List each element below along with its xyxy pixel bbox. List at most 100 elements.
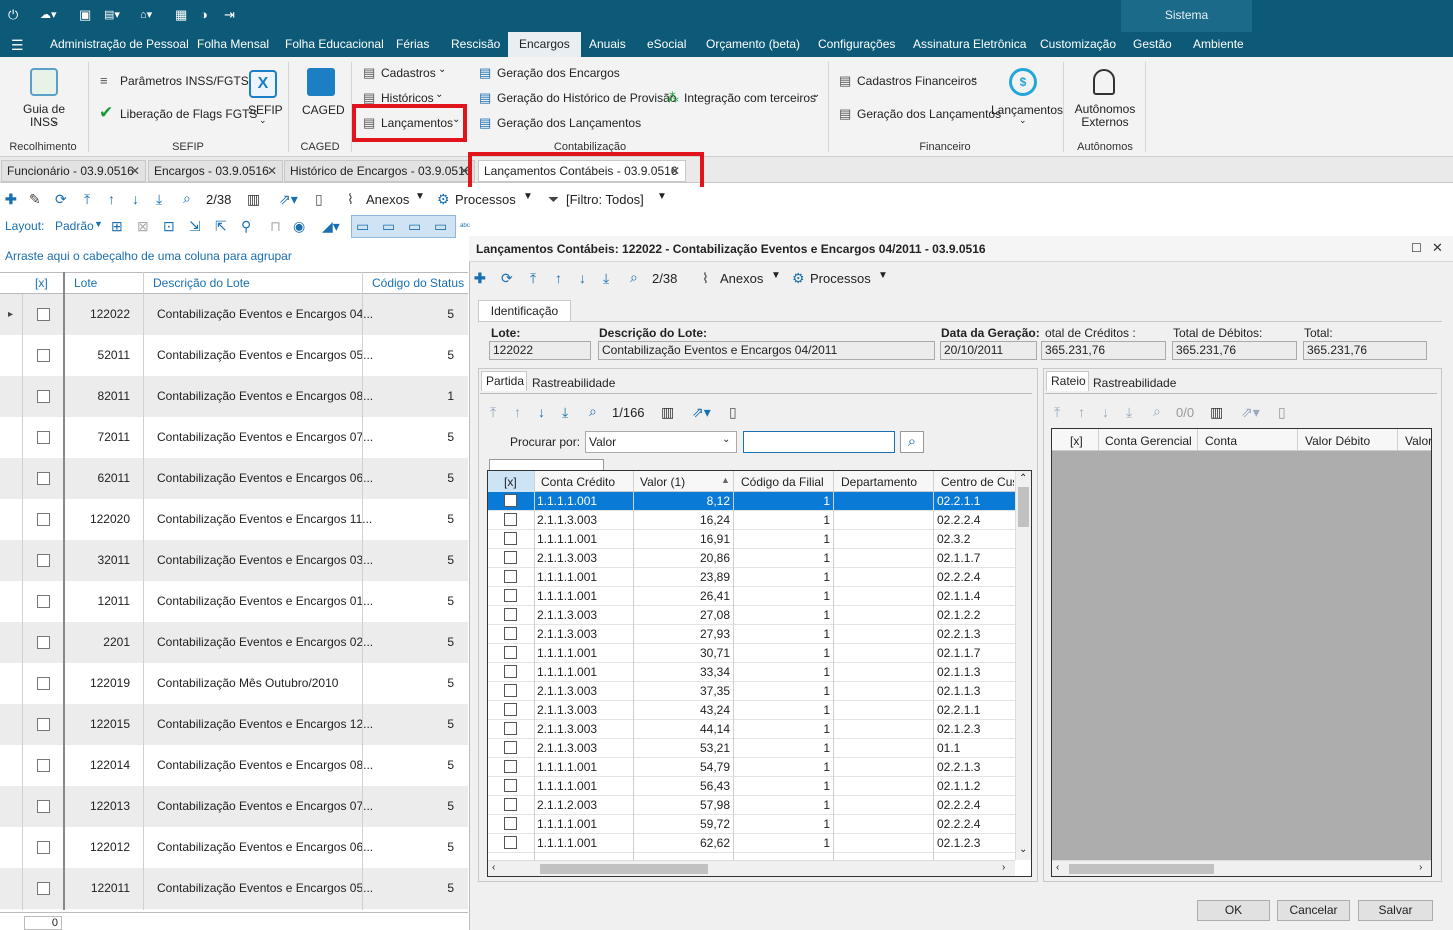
menu-rescisao[interactable]: Rescisão — [451, 32, 500, 57]
scroll-left-icon[interactable]: ‹ — [1056, 862, 1059, 873]
filter-icon[interactable]: ⏷ — [548, 191, 559, 207]
table-row[interactable]: 1.1.1.1.001 30,71 1 02.1.1.7 — [488, 644, 1015, 663]
scrollbar-thumb[interactable] — [1018, 487, 1029, 527]
first-record-icon[interactable]: ⤒ — [490, 404, 496, 420]
table-row[interactable]: 2.1.1.3.003 16,24 1 02.2.2.4 — [488, 511, 1015, 530]
procurar-select[interactable]: Valor — [585, 431, 737, 453]
scrollbar-thumb[interactable] — [1069, 864, 1214, 874]
last-record-icon[interactable]: ⤓ — [156, 191, 162, 207]
row-checkbox[interactable] — [37, 513, 50, 526]
geracao-encargos-button[interactable]: Geração dos Encargos — [497, 66, 620, 80]
tab-rastreabilidade[interactable]: Rastreabilidade — [532, 376, 615, 390]
lancamentos-fin-chevron-icon[interactable]: ⌄ — [1019, 115, 1027, 126]
row-checkbox[interactable] — [504, 627, 517, 640]
add-icon[interactable]: ✚ — [5, 191, 17, 207]
row-checkbox[interactable] — [504, 798, 517, 811]
refresh-icon[interactable]: ⟳ — [55, 191, 67, 207]
row-checkbox[interactable] — [504, 836, 517, 849]
table-row[interactable]: 2.1.1.3.003 27,08 1 02.1.2.2 — [488, 606, 1015, 625]
anexos-dropdown-icon[interactable]: ▼ — [771, 270, 781, 281]
home-icon[interactable]: ⌂▾ — [140, 7, 152, 23]
layout-add-icon[interactable]: ⊞ — [111, 218, 123, 234]
historicos-chevron-icon[interactable]: ⌄ — [435, 89, 443, 100]
data-geracao-field[interactable]: 20/10/2011 — [940, 341, 1037, 360]
row-checkbox[interactable] — [504, 513, 517, 526]
row-checkbox[interactable] — [504, 722, 517, 735]
processos-dropdown-icon[interactable]: ▼ — [523, 191, 533, 202]
chevron-down-icon[interactable]: ⌄ — [722, 434, 730, 445]
row-checkbox[interactable] — [37, 595, 50, 608]
integracao-chevron-icon[interactable]: ⌄ — [812, 89, 820, 100]
dialog-anexos-button[interactable]: Anexos — [720, 271, 763, 286]
layout-export-icon[interactable]: ⇱ — [215, 218, 227, 234]
table-row[interactable]: 2.1.1.3.003 20,86 1 02.1.1.7 — [488, 549, 1015, 568]
row-checkbox[interactable] — [504, 494, 517, 507]
next-record-icon[interactable]: ↓ — [132, 191, 139, 207]
anexos-button[interactable]: Anexos — [366, 192, 409, 207]
layout-import-icon[interactable]: ⇲ — [189, 218, 201, 234]
table-row[interactable]: 2.1.1.3.003 37,35 1 02.1.1.3 — [488, 682, 1015, 701]
tab-funcionario[interactable]: Funcionário - 03.9.0516 ✕ — [1, 160, 146, 182]
tab-partida[interactable]: Partida — [486, 374, 524, 388]
export-icon[interactable]: ⇗▾ — [1241, 404, 1260, 420]
partida-header-departamento[interactable]: Departamento — [841, 475, 917, 489]
table-row[interactable]: 2.1.1.3.003 27,93 1 02.2.1.3 — [488, 625, 1015, 644]
menu-configuracoes[interactable]: Configurações — [818, 32, 895, 57]
camera-icon[interactable]: ▣ — [79, 7, 91, 23]
menu-anuais[interactable]: Anuais — [589, 32, 626, 57]
processos-dropdown-icon[interactable]: ▼ — [878, 270, 888, 281]
save-button[interactable]: Salvar — [1358, 900, 1433, 921]
refresh-icon[interactable]: ⟳ — [501, 270, 513, 286]
anexos-dropdown-icon[interactable]: ▼ — [415, 191, 425, 202]
view-mode-1-icon[interactable]: ▭ — [356, 218, 369, 234]
cloud-sync-icon[interactable]: ☁▾ — [40, 7, 57, 23]
scroll-right-icon[interactable]: › — [1419, 862, 1422, 873]
row-checkbox[interactable] — [504, 570, 517, 583]
first-record-icon[interactable]: ⤒ — [530, 270, 536, 286]
row-checkbox[interactable] — [504, 703, 517, 716]
table-row[interactable]: 2201 Contabilização Eventos e Encargos 02… — [0, 622, 468, 663]
row-checkbox[interactable] — [37, 431, 50, 444]
header-select[interactable]: [x] — [35, 273, 48, 293]
maximize-icon[interactable]: ☐ — [1411, 241, 1422, 255]
table-row[interactable]: 82011 Contabilização Eventos e Encargos 0… — [0, 376, 468, 417]
previous-record-icon[interactable]: ↑ — [108, 191, 115, 207]
table-row[interactable]: 1.1.1.1.001 54,79 1 02.2.1.3 — [488, 758, 1015, 777]
rateio-header-conta-gerencial[interactable]: Conta Gerencial — [1105, 434, 1192, 448]
previous-record-icon[interactable]: ↑ — [555, 270, 562, 286]
table-row[interactable]: 1.1.1.1.001 23,89 1 02.2.2.4 — [488, 568, 1015, 587]
columns-icon[interactable]: ▥ — [247, 191, 260, 207]
menu-administracao[interactable]: Administração de Pessoal — [50, 32, 189, 57]
sefip-chevron-icon[interactable]: ⌄ — [259, 115, 267, 126]
next-record-icon[interactable]: ↓ — [1102, 404, 1109, 420]
row-checkbox[interactable] — [504, 551, 517, 564]
descricao-field[interactable]: Contabilização Eventos e Encargos 04/201… — [598, 341, 935, 360]
table-row[interactable]: 1.1.1.1.001 26,41 1 02.1.1.4 — [488, 587, 1015, 606]
table-row[interactable]: 1.1.1.1.001 8,12 1 02.2.1.1 — [488, 492, 1015, 511]
view-mode-3-icon[interactable]: ▭ — [408, 218, 421, 234]
filter-label[interactable]: [Filtro: Todos] — [566, 192, 644, 207]
layout-select[interactable]: Padrão — [55, 219, 94, 233]
table-row[interactable]: 32011 Contabilização Eventos e Encargos 0… — [0, 540, 468, 581]
ok-button[interactable]: OK — [1197, 900, 1270, 921]
table-row[interactable]: 122011 Contabilização Eventos e Encargos … — [0, 868, 468, 909]
rateio-header-conta[interactable]: Conta — [1205, 434, 1237, 448]
table-row[interactable]: 122015 Contabilização Eventos e Encargos … — [0, 704, 468, 745]
menu-customizacao[interactable]: Customização — [1040, 32, 1116, 57]
next-record-icon[interactable]: ↓ — [579, 270, 586, 286]
cad-financeiros-chevron-icon[interactable]: ⌄ — [970, 72, 978, 83]
search-button[interactable]: ⌕ — [900, 431, 924, 453]
scroll-right-icon[interactable]: › — [1002, 862, 1005, 873]
table-row[interactable]: 1.1.1.1.001 56,43 1 02.1.1.2 — [488, 777, 1015, 796]
header-lote[interactable]: Lote — [74, 273, 97, 293]
table-row[interactable]: 1.1.1.1.001 16,91 1 02.3.2 — [488, 530, 1015, 549]
table-row[interactable]: 1.1.1.1.001 33,34 1 02.1.1.3 — [488, 663, 1015, 682]
row-checkbox[interactable] — [504, 684, 517, 697]
abc-icon[interactable]: ᵃᵇᶜ — [460, 218, 470, 234]
view-mode-2-icon[interactable]: ▭ — [382, 218, 395, 234]
integracao-button[interactable]: Integração com terceiros — [684, 91, 816, 105]
menu-encargos[interactable]: Encargos — [508, 32, 581, 57]
menu-folha-educacional[interactable]: Folha Educacional — [285, 32, 384, 57]
row-checkbox[interactable] — [37, 636, 50, 649]
geracao-historico-button[interactable]: Geração do Histórico de Provisão — [497, 91, 676, 105]
